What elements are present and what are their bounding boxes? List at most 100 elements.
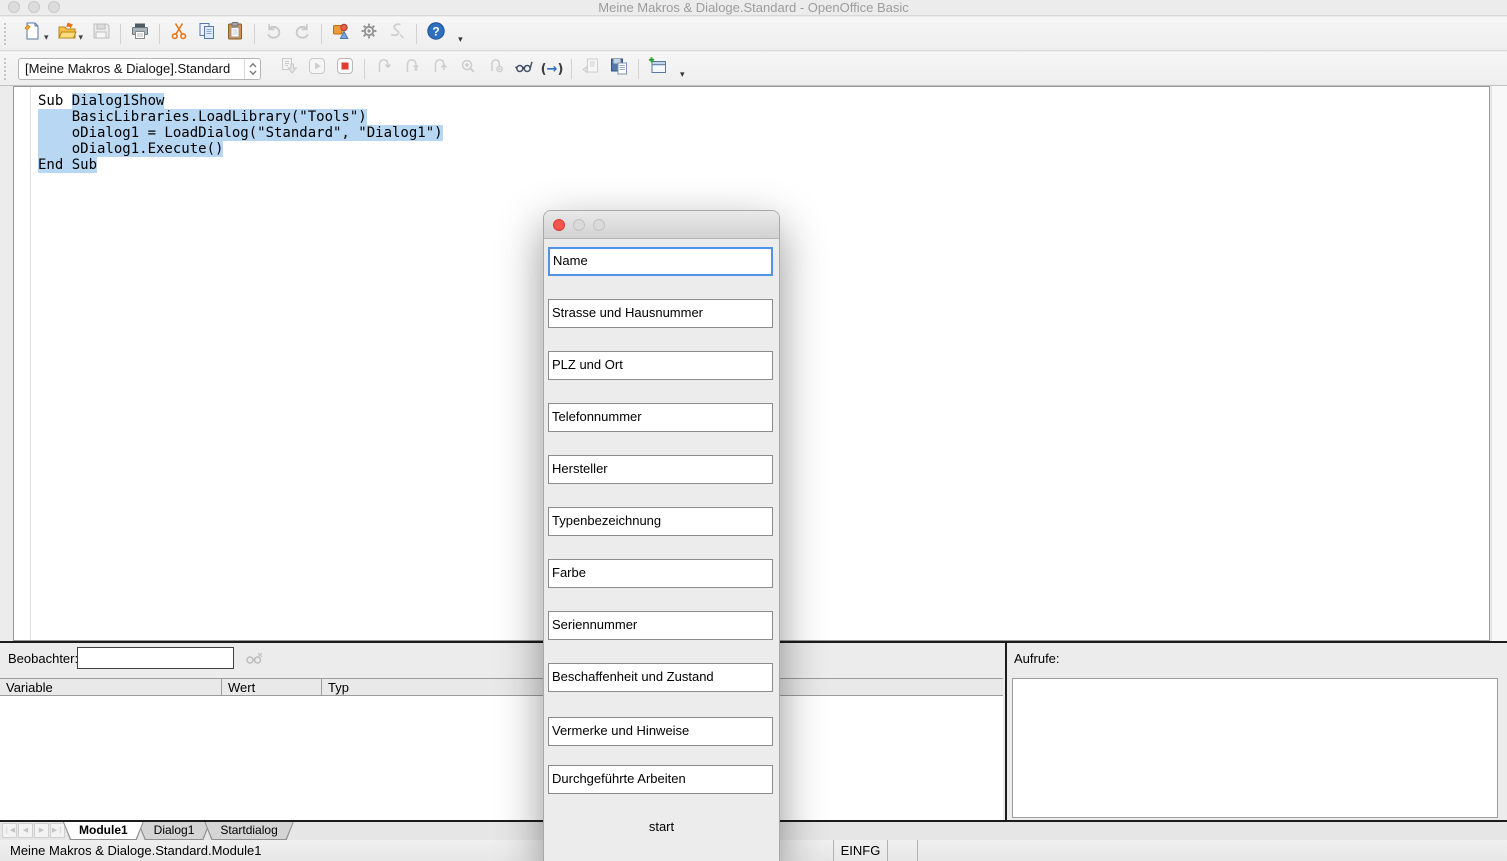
editor-scrollbar[interactable]	[1491, 86, 1507, 641]
single-step-button	[400, 57, 424, 81]
tab-label: Dialog1	[138, 822, 211, 839]
redo-button	[290, 22, 314, 46]
enable-watch-icon	[514, 56, 534, 81]
redo-icon	[292, 21, 312, 46]
breakpoint-button	[456, 57, 480, 81]
run-button	[305, 57, 329, 81]
dialog-text-field[interactable]: PLZ und Ort	[548, 351, 773, 380]
new-dropdown-icon[interactable]: ▾	[44, 32, 49, 43]
undo-icon	[264, 21, 284, 46]
dialog-text-field[interactable]: Strasse und Hausnummer	[548, 299, 773, 328]
toolbar-separator	[571, 59, 572, 79]
compile-icon	[279, 56, 299, 81]
tab-label: Module1	[63, 822, 144, 839]
new-button[interactable]	[20, 22, 44, 46]
dialog-minimize-button[interactable]	[573, 219, 585, 231]
run-icon	[307, 56, 327, 81]
dialog-text-field[interactable]: Beschaffenheit und Zustand	[548, 663, 773, 692]
compile-button	[277, 57, 301, 81]
choose-macro-button[interactable]	[329, 22, 353, 46]
column-header-wert[interactable]: Wert	[222, 679, 322, 695]
dialog-titlebar[interactable]	[544, 211, 779, 239]
prev-tab-button[interactable]: ◀	[18, 823, 33, 838]
toolbar-grip[interactable]	[4, 58, 12, 80]
toolbar-separator	[364, 59, 365, 79]
open-icon	[57, 21, 77, 46]
code-line[interactable]: End Sub	[38, 157, 443, 173]
status-document-path: Meine Makros & Dialoge.Standard.Module1	[10, 843, 261, 858]
open-button[interactable]	[55, 22, 79, 46]
manage-breakpoints-button	[484, 57, 508, 81]
copy-button[interactable]	[195, 22, 219, 46]
svg-text:?: ?	[432, 24, 439, 38]
find-parentheses-button[interactable]: (→)	[540, 57, 564, 81]
dialog-text-field[interactable]: Seriennummer	[548, 611, 773, 640]
tab-label: Startdialog	[204, 822, 293, 839]
paste-icon	[225, 21, 245, 46]
dialog-text-field[interactable]: Hersteller	[548, 455, 773, 484]
watch-list[interactable]	[0, 696, 1003, 820]
insert-source-text-button	[579, 57, 603, 81]
stop-button[interactable]	[333, 57, 357, 81]
toolbar-overflow-button[interactable]: ▾	[458, 34, 463, 45]
help-button[interactable]: ?	[424, 22, 448, 46]
help-icon: ?	[426, 21, 446, 46]
insert-source-text-icon	[581, 56, 601, 81]
breakpoint-icon	[458, 56, 478, 81]
breakpoint-gutter[interactable]	[14, 87, 31, 640]
code-line[interactable]: BasicLibraries.LoadLibrary("Tools")	[38, 109, 443, 125]
call-stack-list[interactable]	[1012, 678, 1498, 818]
cut-button[interactable]	[167, 22, 191, 46]
start-button[interactable]: start	[544, 819, 779, 834]
code-line[interactable]: oDialog1 = LoadDialog("Standard", "Dialo…	[38, 125, 443, 141]
find-parentheses-icon: (→)	[541, 60, 564, 78]
paste-button[interactable]	[223, 22, 247, 46]
library-selector-value: [Meine Makros & Dialoge].Standard	[19, 61, 244, 76]
toolbar-separator	[254, 24, 255, 44]
dialog-text-field[interactable]: Vermerke und Hinweise	[548, 717, 773, 746]
code-line[interactable]: oDialog1.Execute()	[38, 141, 443, 157]
open-dropdown-icon[interactable]: ▾	[79, 32, 84, 43]
settings-button[interactable]	[357, 22, 381, 46]
manage-breakpoints-icon	[486, 56, 506, 81]
dialog-text-field[interactable]: Typenbezeichnung	[548, 507, 773, 536]
copy-icon	[197, 21, 217, 46]
dialog-close-button[interactable]	[553, 219, 565, 231]
standard-toolbar: ▾ ▾? ▾	[0, 17, 1507, 51]
step-out-button	[428, 57, 452, 81]
toolbar-separator	[638, 59, 639, 79]
tab-startdialog[interactable]: Startdialog	[204, 822, 293, 840]
dialog-zoom-button[interactable]	[593, 219, 605, 231]
enable-watch-button[interactable]	[512, 57, 536, 81]
stop-icon	[335, 56, 355, 81]
save-icon	[91, 21, 111, 46]
dialog-window-controls	[553, 219, 605, 231]
code-text[interactable]: Sub Dialog1Show BasicLibraries.LoadLibra…	[38, 93, 443, 173]
toolbar-separator	[416, 24, 417, 44]
code-line[interactable]: Sub Dialog1Show	[38, 93, 443, 109]
save-source-as-button[interactable]	[607, 57, 631, 81]
column-header-variable[interactable]: Variable	[0, 679, 222, 695]
library-selector-stepper-icon[interactable]	[244, 59, 260, 79]
toolbar-separator	[321, 24, 322, 44]
print-button[interactable]	[128, 22, 152, 46]
first-tab-button[interactable]: ❘◀	[2, 823, 17, 838]
dialog-text-field[interactable]: Durchgeführte Arbeiten	[548, 765, 773, 794]
tab-dialog1[interactable]: Dialog1	[138, 822, 211, 840]
dialog-text-field[interactable]: Name	[548, 247, 773, 276]
procedure-step-button	[372, 57, 396, 81]
library-selector[interactable]: [Meine Makros & Dialoge].Standard	[18, 58, 261, 80]
dialog-text-field[interactable]: Telefonnummer	[548, 403, 773, 432]
watch-input[interactable]	[77, 647, 234, 669]
undo-button	[262, 22, 286, 46]
toolbar-grip[interactable]	[4, 23, 12, 45]
new-dialog-button[interactable]	[646, 57, 670, 81]
watch-label: Beobachter:	[8, 651, 78, 666]
next-tab-button[interactable]: ▶	[34, 823, 49, 838]
cut-icon	[169, 21, 189, 46]
last-tab-button[interactable]: ▶❘	[50, 823, 65, 838]
dialog-text-field[interactable]: Farbe	[548, 559, 773, 588]
status-insert-mode[interactable]: EINFG	[833, 840, 888, 861]
toolbar-overflow-button[interactable]: ▾	[680, 69, 685, 80]
tab-module1[interactable]: Module1	[63, 822, 144, 840]
